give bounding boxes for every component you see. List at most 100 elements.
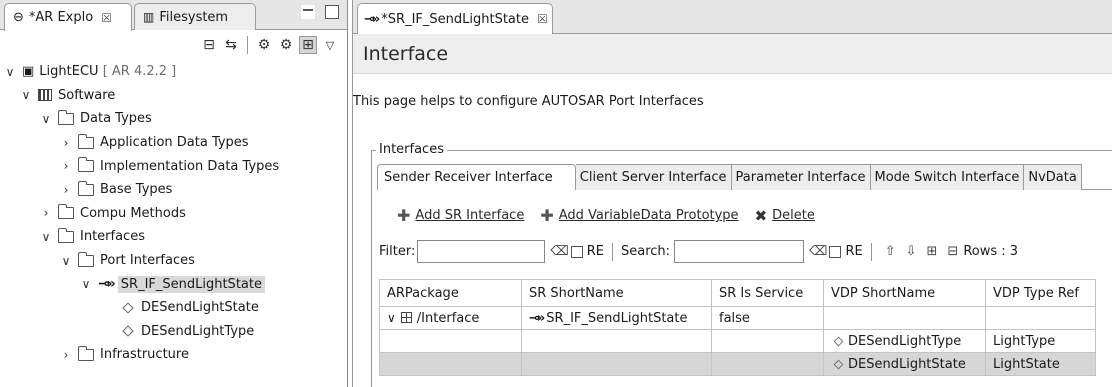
chevron-down-icon[interactable]: ∨ (2, 65, 18, 79)
tab-sender-receiver[interactable]: Sender Receiver Interface (377, 164, 576, 190)
chevron-right-icon[interactable]: › (58, 183, 74, 197)
folder-icon (57, 204, 74, 220)
interface-editor: ⊸» *SR_IF_SendLightState ☒ Interface Thi… (352, 0, 1112, 387)
table-cell[interactable] (521, 352, 712, 376)
column-header-sr-is-service[interactable]: SR Is Service (711, 279, 824, 307)
group-label: Interfaces (376, 142, 447, 157)
add-sr-interface-button[interactable]: ✚ Add SR Interface (397, 206, 524, 225)
close-icon[interactable]: ☒ (537, 12, 548, 26)
table-cell[interactable]: DESendLightState (823, 352, 986, 376)
filter-regex-checkbox[interactable] (570, 245, 583, 258)
tab-ar-explorer-label: *AR Explo (28, 10, 94, 25)
view-menu-icon[interactable]: ▽ (321, 36, 339, 54)
close-icon[interactable]: ☒ (101, 11, 112, 25)
tree-node-label: Compu Methods (80, 205, 186, 221)
tree-node-desendlightstate[interactable]: DESendLightState (0, 296, 347, 320)
chevron-down-icon[interactable]: ∨ (387, 311, 396, 325)
folder-icon (57, 227, 74, 243)
filter-alt-icon[interactable]: ⚙ (277, 36, 295, 54)
link-editor-icon[interactable]: ⇆ (222, 36, 240, 54)
table-cell[interactable]: LightState (985, 352, 1096, 376)
table-cell[interactable] (711, 329, 824, 353)
ar-explorer-icon: ⊖ (13, 10, 24, 25)
chevron-down-icon[interactable]: ∨ (58, 254, 74, 268)
table-row[interactable]: ∨ /Interface ⊸» SR_IF_SendLightState false (379, 306, 1096, 330)
column-header-sr-shortname[interactable]: SR ShortName (521, 279, 712, 307)
grid-view-icon[interactable]: ⊞ (299, 36, 317, 54)
table-row[interactable]: DESendLightState LightState (379, 352, 1096, 376)
table-cell[interactable] (379, 352, 522, 376)
chevron-right-icon[interactable]: › (58, 348, 74, 362)
tab-filesystem[interactable]: ▥ Filesystem (134, 3, 256, 30)
regex-label: RE (586, 244, 604, 259)
filter-icon[interactable]: ⚙ (255, 36, 273, 54)
clear-filter-icon[interactable]: ⌫ (550, 244, 568, 259)
chevron-right-icon[interactable]: › (58, 159, 74, 173)
folder-icon (57, 109, 74, 125)
tab-sr-interface-editor[interactable]: ⊸» *SR_IF_SendLightState ☒ (357, 3, 553, 34)
column-header-vdp-shortname[interactable]: VDP ShortName (823, 279, 986, 307)
tree-node-base-types[interactable]: › Base Types (0, 178, 347, 202)
chevron-right-icon[interactable]: › (38, 206, 54, 220)
ar-version-label: [ AR 4.2.2 ] (102, 64, 177, 80)
table-cell[interactable]: DESendLightType (823, 329, 986, 353)
table-cell[interactable]: false (711, 306, 824, 330)
tree-node-compu-methods[interactable]: › Compu Methods (0, 202, 347, 226)
collapse-all-icon[interactable]: ⊟ (200, 36, 218, 54)
tab-mode-switch[interactable]: Mode Switch Interface (870, 164, 1025, 190)
chevron-down-icon[interactable]: ∨ (38, 112, 54, 126)
table-cell[interactable]: ∨ /Interface (379, 306, 522, 330)
tree-node-infrastructure[interactable]: › Infrastructure (0, 343, 347, 367)
column-header-vdp-type-ref[interactable]: VDP Type Ref (985, 279, 1096, 307)
table-cell[interactable] (379, 329, 522, 353)
expand-all-icon[interactable]: ⊞ (927, 244, 938, 259)
filter-input[interactable] (417, 240, 546, 263)
sr-shortname: SR_IF_SendLightState (546, 310, 688, 326)
tree-node-data-types[interactable]: ∨ Data Types (0, 107, 347, 131)
table-cell[interactable]: ⊸» SR_IF_SendLightState (521, 306, 712, 330)
folder-icon (77, 157, 94, 173)
plus-icon: ✚ (540, 206, 554, 225)
search-regex-checkbox[interactable] (829, 245, 842, 258)
chevron-right-icon[interactable]: › (58, 136, 74, 150)
tab-parameter[interactable]: Parameter Interface (731, 164, 871, 190)
table-cell[interactable] (521, 329, 712, 353)
minimize-icon[interactable] (301, 5, 315, 19)
tree-node-label: Port Interfaces (100, 253, 195, 269)
move-up-icon[interactable]: ⇧ (885, 244, 896, 259)
tree-node-lightecu[interactable]: ∨ ▣ LightECU [ AR 4.2.2 ] (0, 60, 347, 84)
chevron-down-icon[interactable]: ∨ (78, 277, 94, 291)
tab-ar-explorer[interactable]: ⊖ *AR Explo ☒ (4, 3, 132, 31)
chevron-down-icon[interactable]: ∨ (18, 88, 34, 102)
rows-count: Rows : 3 (963, 244, 1019, 259)
tree-node-desendlighttype[interactable]: DESendLightType (0, 320, 347, 344)
tree-node-implementation-data-types[interactable]: › Implementation Data Types (0, 154, 347, 178)
tree-node-application-data-types[interactable]: › Application Data Types (0, 131, 347, 155)
tree-node-sr-interface[interactable]: ∨ ⊸» SR_IF_SendLightState (0, 272, 347, 296)
delete-button[interactable]: ✖ Delete (755, 207, 815, 225)
table-row[interactable]: DESendLightType LightType (379, 329, 1096, 353)
maximize-icon[interactable] (325, 5, 339, 19)
table-cell[interactable] (823, 306, 986, 330)
table-cell[interactable]: LightType (985, 329, 1096, 353)
search-input[interactable] (674, 240, 805, 263)
tab-filesystem-label: Filesystem (159, 9, 229, 25)
folder-icon (77, 251, 94, 267)
move-down-icon[interactable]: ⇩ (906, 244, 917, 259)
add-vdp-button[interactable]: ✚ Add VariableData Prototype (540, 206, 738, 225)
data-element-icon (122, 325, 134, 337)
table-cell[interactable] (711, 352, 824, 376)
tree-node-port-interfaces[interactable]: ∨ Port Interfaces (0, 249, 347, 273)
tab-nvdata[interactable]: NvData (1024, 164, 1082, 190)
tree-node-interfaces[interactable]: ∨ Interfaces (0, 225, 347, 249)
sender-receiver-icon: ⊸» (98, 276, 116, 293)
software-icon (38, 89, 52, 102)
table-cell[interactable] (985, 306, 1096, 330)
tree-node-software[interactable]: ∨ Software (0, 84, 347, 108)
clear-search-icon[interactable]: ⌫ (809, 244, 827, 259)
collapse-all-icon[interactable]: ⊟ (947, 244, 958, 259)
column-header-arpackage[interactable]: ARPackage (379, 279, 522, 307)
package-name: /Interface (416, 310, 480, 326)
chevron-down-icon[interactable]: ∨ (38, 230, 54, 244)
tab-client-server[interactable]: Client Server Interface (575, 164, 732, 190)
